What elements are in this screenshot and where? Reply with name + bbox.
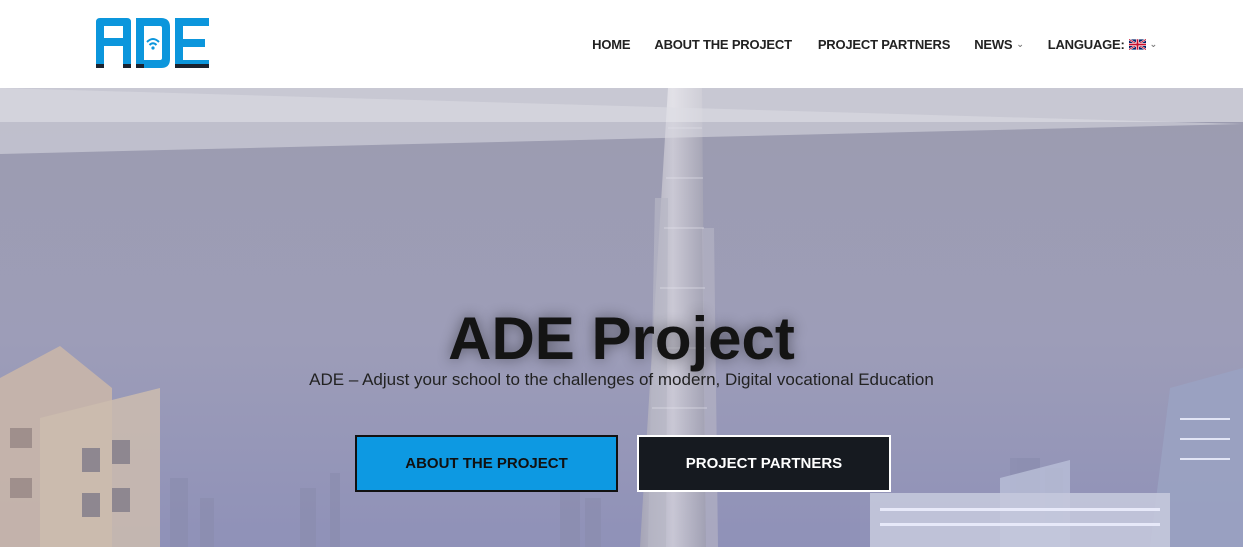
nav-news-label: NEWS bbox=[974, 36, 1013, 52]
project-partners-button-label: PROJECT PARTNERS bbox=[685, 455, 843, 472]
site-header: HOME ABOUT THE PROJECT PROJECT PARTNERS … bbox=[0, 0, 1243, 88]
chevron-down-icon: ⌄ bbox=[1016, 38, 1024, 49]
about-project-button-label: ABOUT THE PROJECT bbox=[405, 455, 568, 472]
chevron-down-icon: ⌄ bbox=[1149, 38, 1158, 49]
nav-language-label: LANGUAGE: bbox=[1047, 36, 1125, 52]
about-project-button[interactable]: ABOUT THE PROJECT bbox=[355, 435, 618, 492]
nav-item-news[interactable]: NEWS ⌄ bbox=[974, 37, 1024, 52]
nav-item-partners[interactable]: PROJECT PARTNERS bbox=[817, 36, 951, 52]
nav-item-language[interactable]: LANGUAGE: ⌄ bbox=[1048, 37, 1157, 52]
nav-home-label: HOME bbox=[592, 36, 631, 52]
nav-partners-label: PROJECT PARTNERS bbox=[817, 36, 951, 52]
project-partners-button[interactable]: PROJECT PARTNERS bbox=[637, 435, 891, 492]
hero-subtitle: ADE – Adjust your school to the challeng… bbox=[309, 370, 934, 389]
hero-title: ADE Project bbox=[448, 305, 795, 373]
nav-about-label: ABOUT THE PROJECT bbox=[654, 36, 792, 52]
uk-flag-icon bbox=[1128, 38, 1146, 50]
main-nav: HOME ABOUT THE PROJECT PROJECT PARTNERS … bbox=[592, 0, 1243, 88]
ade-logo[interactable] bbox=[94, 16, 211, 69]
hero-section: ADE Project ADE – Adjust your school to … bbox=[0, 88, 1243, 547]
nav-item-home[interactable]: HOME bbox=[592, 37, 630, 52]
nav-item-about[interactable]: ABOUT THE PROJECT bbox=[654, 36, 792, 52]
